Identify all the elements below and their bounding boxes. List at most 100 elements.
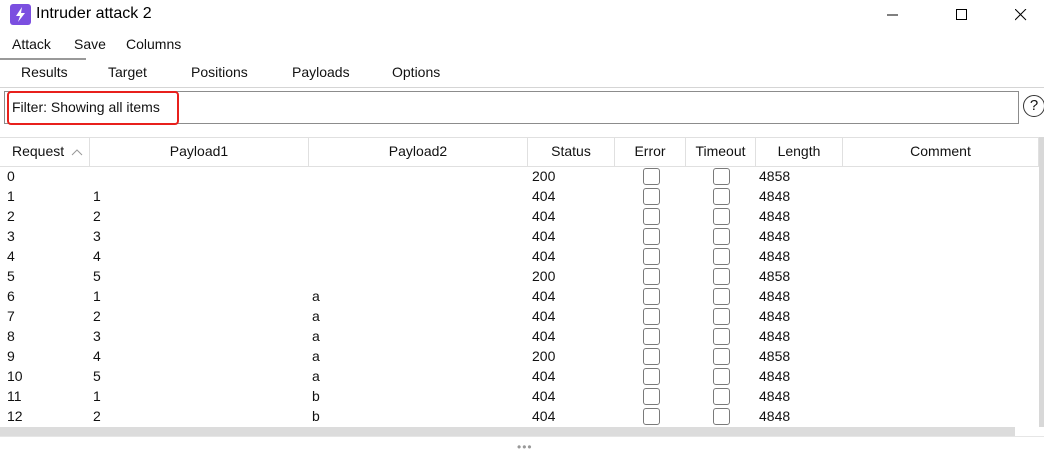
cell-payload2: a xyxy=(312,288,320,304)
error-checkbox[interactable] xyxy=(643,168,660,185)
tab-results[interactable]: Results xyxy=(21,64,68,80)
table-row[interactable]: 3 3 404 4848 xyxy=(0,227,1040,247)
cell-payload2: b xyxy=(312,408,320,424)
window-title: Intruder attack 2 xyxy=(36,5,152,22)
timeout-checkbox[interactable] xyxy=(713,348,730,365)
maximize-button[interactable] xyxy=(939,0,985,30)
tab-bar: Results Target Positions Payloads Option… xyxy=(0,58,1044,88)
cell-length: 4858 xyxy=(759,268,791,284)
error-checkbox[interactable] xyxy=(643,268,660,285)
menu-save[interactable]: Save xyxy=(74,36,106,52)
column-header-payload1[interactable]: Payload1 xyxy=(90,138,309,166)
cell-length: 4848 xyxy=(759,208,791,224)
help-icon[interactable]: ? xyxy=(1023,95,1044,117)
cell-payload1: 5 xyxy=(93,268,101,284)
error-checkbox[interactable] xyxy=(643,228,660,245)
menu-columns[interactable]: Columns xyxy=(126,36,181,52)
table-row[interactable]: 6 1 a 404 4848 xyxy=(0,287,1040,307)
cell-request: 8 xyxy=(7,328,15,344)
cell-length: 4848 xyxy=(759,408,791,424)
tab-target[interactable]: Target xyxy=(108,64,147,80)
column-header-length[interactable]: Length xyxy=(756,138,843,166)
timeout-checkbox[interactable] xyxy=(713,328,730,345)
error-checkbox[interactable] xyxy=(643,348,660,365)
cell-status: 200 xyxy=(532,268,556,284)
table-row[interactable]: 7 2 a 404 4848 xyxy=(0,307,1040,327)
horizontal-scrollbar[interactable] xyxy=(0,427,1015,436)
menu-attack[interactable]: Attack xyxy=(12,36,51,52)
timeout-checkbox[interactable] xyxy=(713,368,730,385)
close-button[interactable] xyxy=(998,0,1044,30)
timeout-checkbox[interactable] xyxy=(713,268,730,285)
tab-positions[interactable]: Positions xyxy=(191,64,248,80)
error-checkbox[interactable] xyxy=(643,208,660,225)
timeout-checkbox[interactable] xyxy=(713,208,730,225)
column-header-error[interactable]: Error xyxy=(615,138,686,166)
resize-grip-icon[interactable]: ••• xyxy=(517,440,533,454)
cell-status: 404 xyxy=(532,188,556,204)
column-header-status[interactable]: Status xyxy=(528,138,615,166)
column-header-payload2[interactable]: Payload2 xyxy=(309,138,528,166)
timeout-checkbox[interactable] xyxy=(713,228,730,245)
table-row[interactable]: 2 2 404 4848 xyxy=(0,207,1040,227)
column-header-request[interactable]: Request xyxy=(0,138,90,166)
table-row[interactable]: 11 1 b 404 4848 xyxy=(0,387,1040,407)
cell-payload1: 1 xyxy=(93,388,101,404)
table-row[interactable]: 5 5 200 4858 xyxy=(0,267,1040,287)
cell-payload1: 5 xyxy=(93,368,101,384)
cell-payload1: 3 xyxy=(93,228,101,244)
timeout-checkbox[interactable] xyxy=(713,248,730,265)
sort-ascending-icon xyxy=(71,149,83,156)
cell-status: 200 xyxy=(532,168,556,184)
tab-options[interactable]: Options xyxy=(392,64,440,80)
timeout-checkbox[interactable] xyxy=(713,188,730,205)
cell-payload2: a xyxy=(312,348,320,364)
error-checkbox[interactable] xyxy=(643,248,660,265)
table-row[interactable]: 0 200 4858 xyxy=(0,167,1040,187)
error-checkbox[interactable] xyxy=(643,408,660,425)
cell-request: 3 xyxy=(7,228,15,244)
minimize-button[interactable] xyxy=(870,0,916,30)
cell-length: 4848 xyxy=(759,388,791,404)
cell-status: 404 xyxy=(532,308,556,324)
error-checkbox[interactable] xyxy=(643,188,660,205)
error-checkbox[interactable] xyxy=(643,288,660,305)
table-row[interactable]: 1 1 404 4848 xyxy=(0,187,1040,207)
table-row[interactable]: 8 3 a 404 4848 xyxy=(0,327,1040,347)
cell-status: 404 xyxy=(532,388,556,404)
timeout-checkbox[interactable] xyxy=(713,168,730,185)
cell-length: 4848 xyxy=(759,188,791,204)
cell-request: 2 xyxy=(7,208,15,224)
error-checkbox[interactable] xyxy=(643,308,660,325)
error-checkbox[interactable] xyxy=(643,368,660,385)
error-checkbox[interactable] xyxy=(643,328,660,345)
cell-payload2: b xyxy=(312,388,320,404)
cell-status: 404 xyxy=(532,288,556,304)
cell-length: 4848 xyxy=(759,308,791,324)
cell-request: 10 xyxy=(7,368,23,384)
column-header-timeout[interactable]: Timeout xyxy=(686,138,756,166)
cell-status: 404 xyxy=(532,368,556,384)
timeout-checkbox[interactable] xyxy=(713,408,730,425)
cell-payload2: a xyxy=(312,308,320,324)
timeout-checkbox[interactable] xyxy=(713,308,730,325)
tab-payloads[interactable]: Payloads xyxy=(292,64,350,80)
cell-status: 404 xyxy=(532,248,556,264)
table-row[interactable]: 4 4 404 4848 xyxy=(0,247,1040,267)
table-row[interactable]: 9 4 a 200 4858 xyxy=(0,347,1040,367)
cell-request: 0 xyxy=(7,168,15,184)
cell-length: 4858 xyxy=(759,168,791,184)
timeout-checkbox[interactable] xyxy=(713,288,730,305)
cell-request: 7 xyxy=(7,308,15,324)
cell-request: 11 xyxy=(7,388,22,404)
pane-divider xyxy=(0,436,1044,437)
vertical-scrollbar[interactable] xyxy=(1039,137,1044,427)
table-row[interactable]: 12 2 b 404 4848 xyxy=(0,407,1040,427)
cell-request: 9 xyxy=(7,348,15,364)
cell-length: 4848 xyxy=(759,228,791,244)
cell-payload2: a xyxy=(312,368,320,384)
error-checkbox[interactable] xyxy=(643,388,660,405)
column-header-comment[interactable]: Comment xyxy=(843,138,1039,166)
table-row[interactable]: 10 5 a 404 4848 xyxy=(0,367,1040,387)
timeout-checkbox[interactable] xyxy=(713,388,730,405)
